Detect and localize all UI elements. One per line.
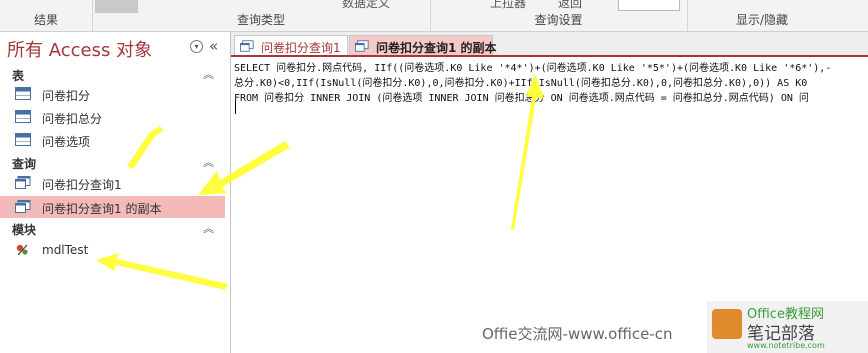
nav-section-tables[interactable]: 表 ︽	[0, 66, 229, 84]
nav-item-label: mdlTest	[42, 243, 89, 257]
nav-item-label: 问卷扣总分	[42, 112, 103, 126]
site-logo-icon	[712, 309, 742, 339]
query-icon	[15, 200, 31, 213]
return-label: 返回	[558, 0, 583, 10]
nav-menu-dropdown-icon[interactable]: ▾	[190, 40, 203, 53]
navigation-pane: 所有 Access 对象 ▾ « 表 ︽ 问卷扣分 问卷扣总分 问卷选项 查询 …	[0, 32, 231, 353]
module-icon	[16, 244, 28, 256]
chevron-up-icon[interactable]: ︽	[203, 220, 214, 236]
badge-line3: www.notetribe.com	[747, 341, 825, 350]
table-icon	[15, 87, 31, 100]
nav-section-queries[interactable]: 查询 ︽	[0, 154, 229, 172]
builder-button[interactable]: 上拉器	[490, 0, 526, 11]
tab-label: 问卷扣分查询1 的副本	[376, 41, 497, 55]
ribbon: 结果 查询类型 数据定义 查询设置 上拉器 返回 显示/隐藏	[0, 0, 868, 32]
document-tab-bar: 问卷扣分查询1 问卷扣分查询1 的副本	[231, 32, 868, 57]
ribbon-group-results: 结果	[0, 0, 93, 31]
nav-section-modules[interactable]: 模块 ︽	[0, 220, 229, 238]
return-input[interactable]	[618, 0, 680, 11]
nav-item-query-selected[interactable]: 问卷扣分查询1 的副本	[0, 196, 225, 218]
ribbon-group-label: 结果	[33, 13, 58, 27]
tab-query1[interactable]: 问卷扣分查询1	[234, 35, 348, 55]
sql-line[interactable]: FROM 问卷扣分 INNER JOIN (问卷选项 INNER JOIN 问卷…	[234, 89, 809, 104]
nav-item-label: 问卷扣分查询1 的副本	[42, 202, 162, 216]
query-icon	[15, 176, 31, 189]
nav-item-query[interactable]: 问卷扣分查询1	[0, 172, 225, 194]
site-badge: Office教程网 笔记部落 www.notetribe.com	[707, 301, 868, 353]
chevron-up-icon[interactable]: ︽	[203, 66, 214, 82]
sql-line[interactable]: SELECT 问卷扣分.网点代码, IIf((问卷选项.K0 Like '*4*…	[234, 59, 831, 74]
nav-item-label: 问卷扣分查询1	[42, 178, 122, 192]
nav-item-label: 问卷选项	[42, 135, 91, 149]
chevron-up-icon[interactable]: ︽	[203, 154, 214, 170]
data-definition-button[interactable]: 数据定义	[342, 0, 390, 11]
ribbon-group-label: 查询设置	[534, 13, 583, 27]
query-icon	[355, 40, 369, 52]
tab-query1-copy[interactable]: 问卷扣分查询1 的副本	[349, 35, 497, 55]
tab-label: 问卷扣分查询1	[261, 41, 341, 55]
shutter-bar-collapse-icon[interactable]: «	[209, 37, 218, 55]
nav-item-table[interactable]: 问卷扣分	[0, 83, 225, 105]
section-label: 表	[12, 69, 25, 83]
section-label: 查询	[12, 157, 37, 171]
ribbon-group-query-type: 查询类型 数据定义	[92, 0, 431, 31]
nav-item-table[interactable]: 问卷选项	[0, 129, 225, 151]
nav-item-module[interactable]: mdlTest	[0, 239, 225, 261]
sql-line[interactable]: 总分.K0)<0,IIf(IsNull(问卷扣分.K0),0,问卷扣分.K0)+…	[234, 74, 807, 89]
ribbon-group-show-hide: 显示/隐藏	[687, 0, 837, 31]
ribbon-group-label: 显示/隐藏	[735, 13, 789, 27]
query-icon	[240, 40, 254, 52]
watermark-text: Offie交流网-www.office-cn	[482, 325, 673, 343]
section-label: 模块	[12, 223, 37, 237]
nav-item-table[interactable]: 问卷扣总分	[0, 106, 225, 128]
nav-pane-title[interactable]: 所有 Access 对象	[7, 36, 152, 62]
ribbon-group-label: 查询类型	[236, 13, 285, 27]
nav-item-label: 问卷扣分	[42, 89, 91, 103]
text-caret	[235, 101, 236, 114]
table-icon	[15, 110, 31, 123]
table-icon	[15, 133, 31, 146]
